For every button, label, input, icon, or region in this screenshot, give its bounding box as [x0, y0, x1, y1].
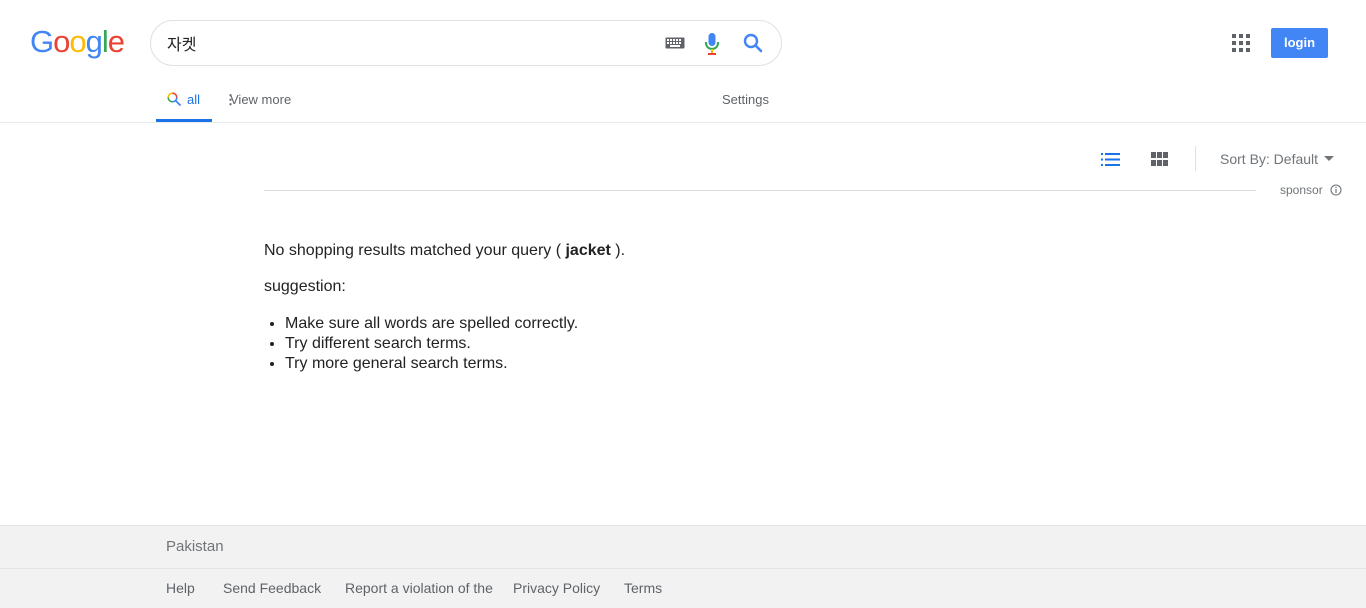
list-item: Try different search terms. [285, 334, 578, 354]
suggestion-list: Make sure all words are spelled correctl… [285, 314, 578, 374]
mic-icon[interactable] [704, 32, 720, 56]
sponsor-label: sponsor [1280, 183, 1323, 197]
tab-view-more[interactable]: ⋮View more [224, 92, 291, 108]
grid-view-icon[interactable] [1151, 152, 1168, 166]
tab-settings[interactable]: Settings [722, 92, 769, 107]
logo-letter: g [85, 24, 103, 59]
sort-dropdown[interactable]: Sort By: Default [1220, 151, 1318, 167]
info-icon[interactable] [1330, 184, 1342, 196]
list-item: Make sure all words are spelled correctl… [285, 314, 578, 334]
google-logo[interactable]: Google [30, 24, 125, 60]
tab-all-label: all [187, 92, 201, 107]
tab-more-label: View more [230, 92, 292, 107]
footer-country: Pakistan [166, 538, 224, 555]
keyboard-icon[interactable] [665, 37, 685, 49]
footer-link-report[interactable]: Report a violation of the [345, 580, 493, 596]
footer-link-privacy[interactable]: Privacy Policy [513, 580, 600, 596]
apps-icon[interactable] [1232, 34, 1250, 52]
suggestion-label: suggestion: [264, 278, 346, 295]
msg-suffix: ). [610, 242, 626, 259]
logo-letter: o [53, 24, 70, 59]
footer-link-help[interactable]: Help [166, 580, 195, 596]
logo-letter: G [30, 24, 54, 59]
footer-link-feedback[interactable]: Send Feedback [223, 580, 321, 596]
query-term: jacket [565, 242, 611, 259]
search-input[interactable] [167, 21, 647, 65]
login-button[interactable]: login [1271, 28, 1328, 58]
header: Google login [0, 0, 1366, 123]
list-item: Try more general search terms. [285, 354, 578, 374]
search-tab-icon [167, 92, 181, 106]
divider [1195, 146, 1196, 171]
logo-letter: e [107, 24, 125, 59]
msg-prefix: No shopping results matched your query ( [264, 242, 566, 259]
divider [264, 190, 1256, 191]
no-results-message: No shopping results matched your query (… [264, 242, 625, 260]
logo-letter: o [69, 24, 86, 59]
footer: Pakistan Help Send Feedback Report a vio… [0, 525, 1366, 608]
search-box [150, 20, 782, 66]
search-icon[interactable] [742, 32, 764, 54]
list-view-icon[interactable] [1101, 153, 1120, 166]
caret-down-icon[interactable] [1324, 156, 1334, 161]
footer-link-terms[interactable]: Terms [624, 580, 662, 596]
divider [0, 568, 1366, 569]
tab-all[interactable]: all [156, 86, 212, 122]
